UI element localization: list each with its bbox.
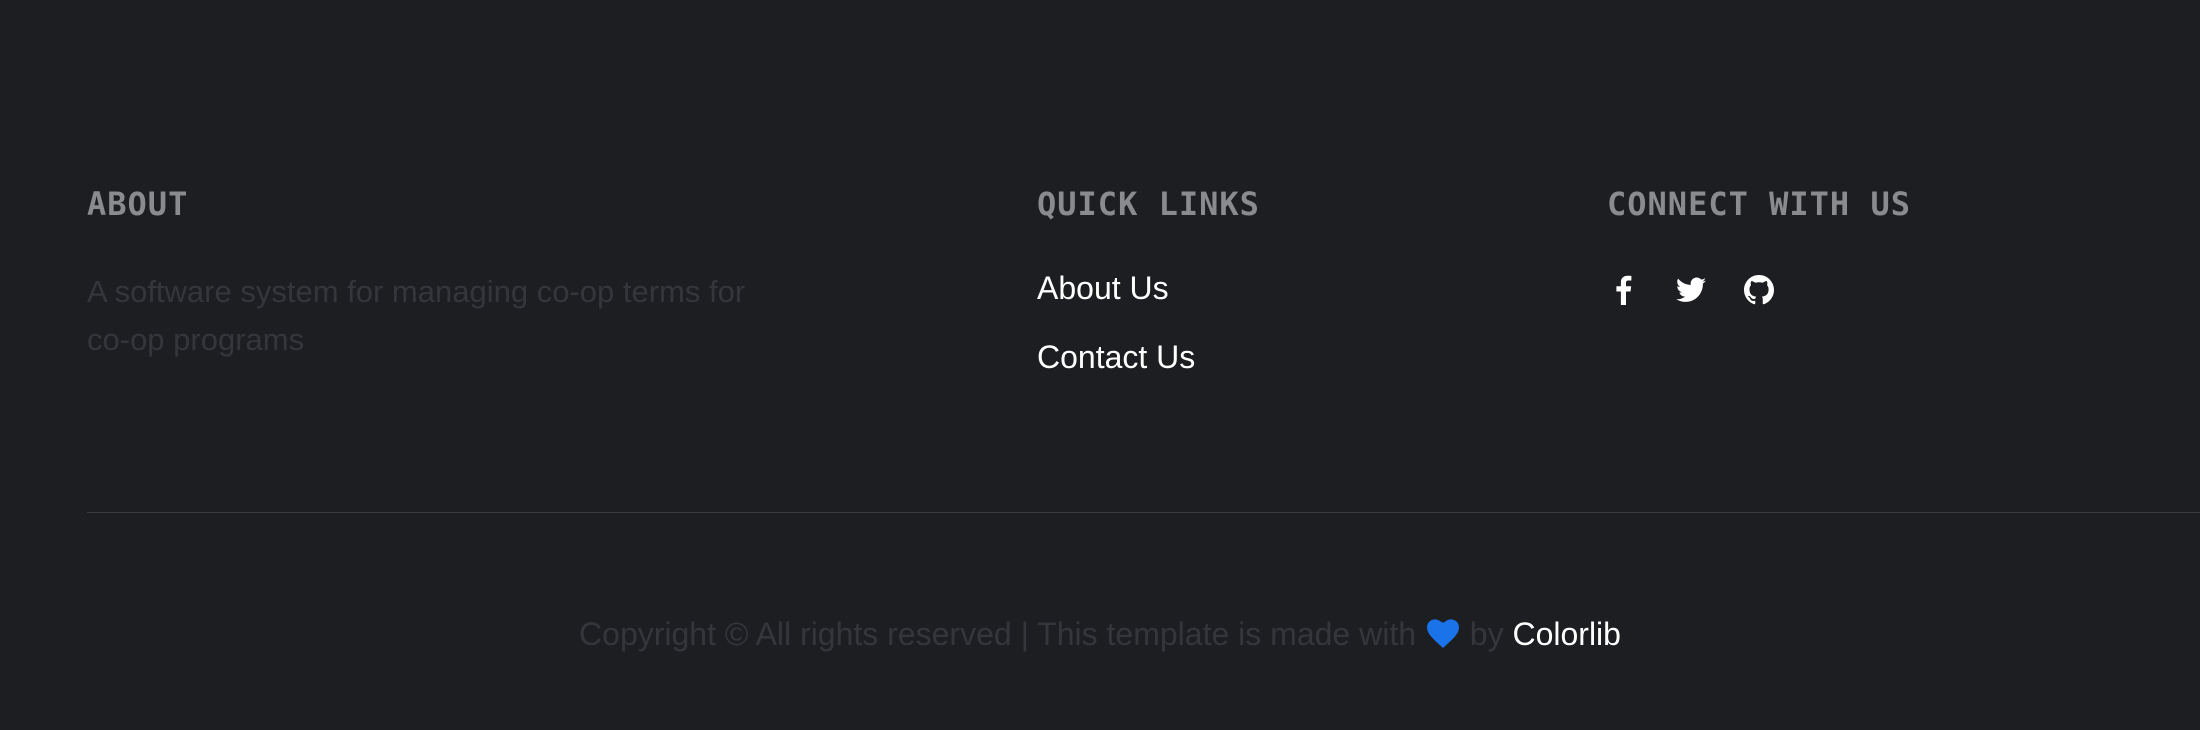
quick-links-list: About Us Contact Us (1037, 268, 1537, 377)
github-icon[interactable] (1743, 274, 1775, 306)
about-us-link[interactable]: About Us (1037, 268, 1537, 308)
quick-links-section: QUICK LINKS About Us Contact Us (1037, 184, 1537, 406)
heart-icon (1426, 616, 1459, 660)
connect-section: CONNECT WITH US (1607, 184, 2107, 306)
connect-heading: CONNECT WITH US (1607, 185, 1911, 223)
about-section: ABOUT A software system for managing co-… (87, 184, 787, 364)
about-heading: ABOUT (87, 185, 189, 223)
colorlib-link[interactable]: Colorlib (1512, 616, 1620, 652)
contact-us-link[interactable]: Contact Us (1037, 337, 1537, 377)
footer-divider (87, 512, 2200, 513)
copyright-by: by (1469, 616, 1504, 652)
footer: ABOUT A software system for managing co-… (0, 0, 2200, 730)
copyright: Copyright © All rights reserved | This t… (0, 612, 2200, 660)
copyright-text: Copyright © All rights reserved | This t… (579, 616, 1416, 652)
quick-links-heading: QUICK LINKS (1037, 185, 1260, 223)
social-links (1607, 274, 2107, 306)
about-text: A software system for managing co-op ter… (87, 274, 746, 357)
facebook-icon[interactable] (1607, 274, 1639, 306)
twitter-icon[interactable] (1675, 274, 1707, 306)
